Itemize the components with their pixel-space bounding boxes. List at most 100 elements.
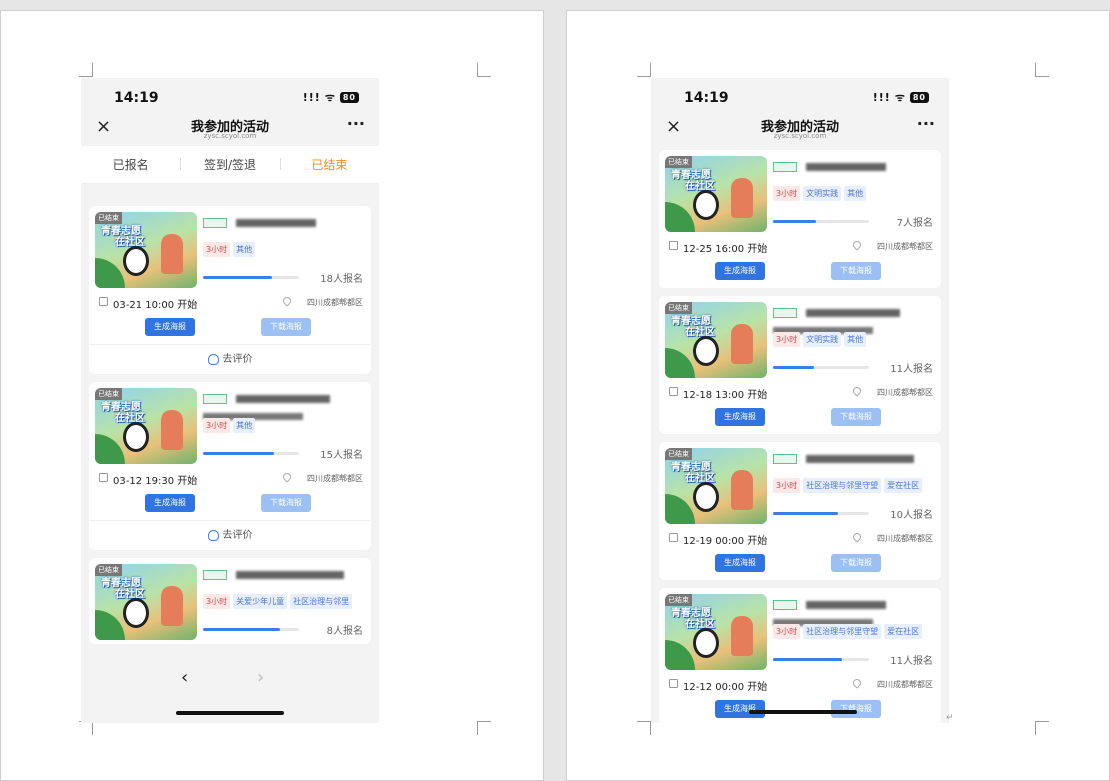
nav-bar: × 我参加的活动 zysc.scyol.com ··· [651,114,949,146]
card-body: 已结束 青春志愿 在社区 3小时 其他 18人报名 [89,206,371,292]
activity-thumbnail: 已结束 青春志愿 在社区 [665,156,767,232]
start-time: 12-18 13:00 开始 [683,390,768,401]
tab-ended[interactable]: 已结束 [279,156,379,173]
phone-screenshot-right: 14:19 !!! ᯤ 80 × 我参加的活动 zysc.scyol.com ·… [651,78,949,723]
activity-tags: 3小时 其他 [203,242,256,257]
rate-badge-icon [207,529,219,541]
redacted-text [806,600,887,609]
generate-poster-button[interactable]: 生成海报 [715,700,765,718]
activity-meta: 03-21 10:00 开始 四川成都郫都区 [89,292,371,314]
activity-card[interactable]: 已结束 青春志愿 在社区 3小时 文明实践 其他 7人报名 12-25 16:0… [659,150,941,288]
ended-tag: 已结束 [665,448,692,460]
forward-arrow-icon[interactable]: › [257,667,264,688]
activity-title-redacted [773,594,935,626]
activity-thumbnail: 已结束 青春志愿 在社区 [95,388,197,464]
signup-progress-fill [203,628,280,631]
activity-meta: 12-19 00:00 开始 四川成都郫都区 [659,528,941,550]
download-poster-button[interactable]: 下载海报 [261,494,311,512]
page-corner-mark [477,721,491,735]
generate-poster-button[interactable]: 生成海报 [715,554,765,572]
thumbnail-title-line: 青春志愿 [101,402,141,413]
rate-button[interactable]: 去评价 [89,344,371,374]
activity-card[interactable]: 已结束 青春志愿 在社区 3小时 社区治理与邻里守望 爱在社区 11人报名 12… [659,588,941,723]
thumbnail-title: 青春志愿 在社区 [101,226,145,248]
redacted-text [806,162,887,171]
card-body: 已结束 青春志愿 在社区 3小时 社区治理与邻里守望 爱在社区 10人报名 [659,442,941,528]
activity-card[interactable]: 已结束 青春志愿 在社区 3小时 关爱少年儿童 社区治理与邻里 8人报名 [89,558,371,644]
wifi-icon: ᯤ [324,91,336,104]
activity-list: 已结束 青春志愿 在社区 3小时 其他 18人报名 03-21 10:00 开始… [81,184,379,644]
location: 四川成都郫都区 [877,680,933,689]
volunteer-graphic [161,586,183,626]
activity-meta: 12-12 00:00 开始 四川成都郫都区 [659,674,941,696]
hours-chip: 3小时 [203,418,231,433]
leaf-graphic [665,640,695,670]
status-bar: 14:19 !!! ᯤ 80 [81,78,379,114]
download-poster-button[interactable]: 下载海报 [831,554,881,572]
activity-meta: 12-25 16:00 开始 四川成都郫都区 [659,236,941,258]
tab-registered[interactable]: 已报名 [81,156,180,173]
category-badge [773,161,797,172]
battery-icon: 80 [339,92,359,103]
activity-card[interactable]: 已结束 青春志愿 在社区 3小时 其他 15人报名 03-12 19:30 开始… [89,382,371,550]
back-arrow-icon[interactable]: ‹ [181,667,188,688]
battery-icon: 80 [909,92,929,103]
generate-poster-button[interactable]: 生成海报 [715,408,765,426]
activity-card[interactable]: 已结束 青春志愿 在社区 3小时 社区治理与邻里守望 爱在社区 10人报名 12… [659,442,941,580]
signup-progress-fill [203,276,273,279]
signup-progress-fill [203,452,275,455]
category-badge [203,569,227,580]
signup-progress-fill [773,220,817,223]
activity-thumbnail: 已结束 青春志愿 在社区 [665,594,767,670]
ended-tag: 已结束 [665,156,692,168]
signal-icon: !!! [872,91,891,104]
poster-actions: 生成海报 下载海报 [89,490,371,520]
category-badge [203,393,227,404]
generate-poster-button[interactable]: 生成海报 [145,494,195,512]
ended-tag: 已结束 [95,212,122,224]
category-chip: 社区治理与邻里守望 [803,624,882,639]
activity-card[interactable]: 已结束 青春志愿 在社区 3小时 文明实践 其他 11人报名 12-18 13:… [659,296,941,434]
activity-thumbnail: 已结束 青春志愿 在社区 [665,302,767,378]
signup-progress-bar [773,220,869,223]
volunteer-graphic [731,178,753,218]
signup-progress-bar [773,658,869,661]
category-chip: 关爱少年儿童 [233,594,288,609]
poster-actions: 生成海报 下载海报 [89,314,371,344]
leaf-graphic [95,434,125,464]
download-poster-button[interactable]: 下载海报 [831,408,881,426]
panda-graphic [693,482,719,512]
calendar-icon [99,297,108,306]
download-poster-button[interactable]: 下载海报 [831,700,881,718]
leaf-graphic [665,494,695,524]
signup-count: 18人报名 [320,274,363,285]
document-page-left: 14:19 !!! ᯤ 80 × 我参加的活动 zysc.scyol.com ·… [0,10,544,781]
volunteer-graphic [161,234,183,274]
signup-count: 8人报名 [326,626,363,637]
signup-progress-bar [203,276,299,279]
generate-poster-button[interactable]: 生成海报 [715,262,765,280]
rate-button[interactable]: 去评价 [89,520,371,550]
poster-actions: 生成海报 下载海报 [659,550,941,580]
download-poster-button[interactable]: 下载海报 [831,262,881,280]
more-menu-icon[interactable]: ··· [347,114,365,133]
activity-tags: 3小时 其他 [203,418,256,433]
page-domain: zysc.scyol.com [203,132,257,140]
page-corner-mark [1035,63,1049,77]
category-chip: 文明实践 [803,332,842,347]
redacted-text [236,394,331,403]
activity-card[interactable]: 已结束 青春志愿 在社区 3小时 其他 18人报名 03-21 10:00 开始… [89,206,371,374]
generate-poster-button[interactable]: 生成海报 [145,318,195,336]
ended-tag: 已结束 [665,594,692,606]
activity-tags: 3小时 文明实践 其他 [773,332,867,347]
page-corner-mark [637,63,651,77]
status-bar: 14:19 !!! ᯤ 80 [651,78,949,114]
more-menu-icon[interactable]: ··· [917,114,935,133]
card-body: 已结束 青春志愿 在社区 3小时 社区治理与邻里守望 爱在社区 11人报名 [659,588,941,674]
tab-checkin[interactable]: 签到/签退 [180,156,279,173]
download-poster-button[interactable]: 下载海报 [261,318,311,336]
category-chip: 其他 [233,418,256,433]
panda-graphic [123,598,149,628]
signup-progress-fill [773,658,843,661]
hours-chip: 3小时 [773,332,801,347]
